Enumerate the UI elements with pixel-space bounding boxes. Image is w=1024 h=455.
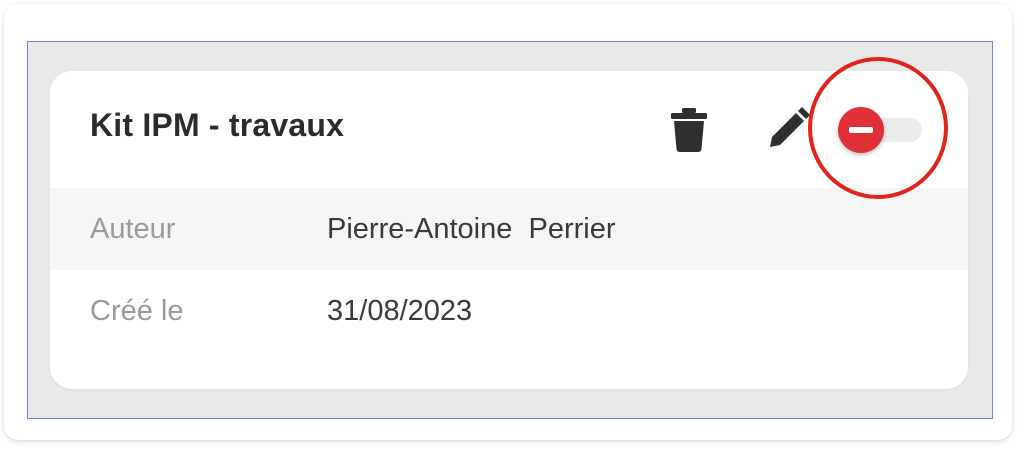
active-toggle[interactable] [838, 106, 930, 154]
minus-icon [838, 107, 884, 153]
trash-icon [671, 108, 707, 152]
created-value: 31/08/2023 [327, 295, 473, 327]
delete-button[interactable] [664, 105, 714, 155]
author-row: Auteur Pierre-Antoine Perrier [50, 188, 968, 270]
card-header: Kit IPM - travaux [50, 71, 968, 188]
pencil-icon [770, 107, 810, 147]
kit-title: Kit IPM - travaux [90, 107, 345, 143]
created-row: Créé le 31/08/2023 [50, 270, 968, 352]
kit-card: Kit IPM - travaux Auteur Pierre-Antoine … [50, 71, 968, 389]
created-label: Créé le [90, 295, 184, 327]
edit-button[interactable] [762, 103, 814, 155]
author-label: Auteur [90, 213, 176, 245]
author-value: Pierre-Antoine Perrier [327, 213, 616, 245]
